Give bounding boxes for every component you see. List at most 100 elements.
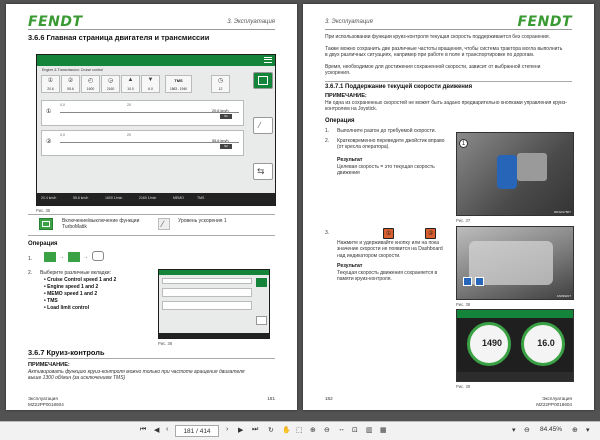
page-number-input[interactable]: 181 / 414 (175, 425, 219, 437)
next-arrow-icon[interactable]: ▶ (238, 426, 243, 434)
speed-2-button-icon: ② (425, 228, 436, 239)
bullet-item: • MEMO speed 1 and 2 (44, 291, 98, 297)
note-body: Активировать функцию круиз-контроля можн… (28, 369, 245, 381)
ground-speed-readout: 16.0 (537, 338, 555, 348)
grid-step-icon (68, 252, 80, 262)
figure-caption: Рис. 36 (158, 341, 173, 346)
bullet-item: • Cruise Control speed 1 and 2 (44, 277, 117, 283)
figure-caption: Рис. 35 (36, 208, 51, 213)
fendt-logo: FENDT (28, 14, 83, 30)
cruise-speed-1-icon: ① 20.6 (41, 75, 60, 93)
zoom-level[interactable]: 84.45% (540, 426, 562, 433)
step-2-number: 2. (28, 270, 33, 276)
paragraph: Время, необходимое для достижения сохран… (325, 64, 541, 77)
menu-icon (264, 57, 272, 63)
section-label: 3. Эксплуатация (325, 19, 373, 25)
paragraph: Также можно сохранить две различные част… (325, 46, 563, 59)
step-2-text: Выберите различные вкладки: (40, 270, 111, 276)
tms-icon: TMS 1563 - 1940 (165, 75, 192, 93)
viewer-toolbar: ⏮ ◀ ‹ 181 / 414 › ▶ ⏭ ↻ ✋ ⬚ ⊕ ⊖ ↔ ⊡ ▥ ▦ … (0, 421, 600, 440)
left-page: FENDT 3. Эксплуатация 3.6.6 Главная стра… (6, 4, 297, 410)
cruise-speed-2-icon: ② 55.6 (61, 75, 80, 93)
turbomatik-icon (39, 218, 53, 230)
page-number: 181 (267, 396, 275, 401)
grid-view-icon[interactable]: ▦ (380, 426, 387, 434)
zoom-out-icon[interactable]: ⊖ (324, 426, 330, 434)
paragraph: При использовании функции круиз-контроля… (325, 34, 550, 40)
result-heading: Результат (337, 263, 363, 269)
armrest-photo: FAR99207 (456, 226, 574, 300)
two-page-icon[interactable]: ▥ (366, 426, 373, 434)
result-text: Целевая скорость = это текущая скорость … (337, 164, 435, 177)
bullet-item: • Load limit control (44, 305, 90, 311)
figure-caption: Рис. 37 (456, 218, 471, 223)
step-1-text: Выполните разгон до требуемой скорости. (337, 128, 436, 134)
legend-turbomatik: Включение/выключение функции TurboMatik (62, 218, 140, 231)
zoom-in-small-icon[interactable]: ⊕ (572, 426, 578, 434)
fendt-logo: FENDT (517, 14, 572, 30)
next-page-button[interactable]: › (226, 426, 228, 433)
acceleration-icon: ⁄ (158, 218, 170, 230)
header-rule (325, 29, 572, 30)
more-icon[interactable]: ▾ (586, 426, 590, 434)
page-number: 182 (325, 396, 333, 401)
first-page-button[interactable]: ⏮ (140, 426, 146, 434)
zoom-dropdown-icon[interactable]: ▾ (512, 426, 516, 434)
pan-icon[interactable]: ✋ (282, 426, 291, 434)
speed-1-button-icon: ① (383, 228, 394, 239)
engine-speed-1-icon: ◴ 1600 (81, 75, 100, 93)
arrow-icon: → (59, 254, 64, 260)
terminal-status-bar: 20.4 km/h 55.6 km/h 1600 1/min 2160 1/mi… (37, 193, 275, 205)
select-icon[interactable]: ⬚ (296, 426, 303, 434)
mini-terminal-screenshot (158, 269, 270, 339)
figure-caption: Рис. 39 (456, 384, 471, 389)
step-number: 2. (325, 138, 330, 144)
zoom-out-small-icon[interactable]: ⊖ (524, 426, 530, 434)
joystick-photo: 1 RDAR1780T (456, 132, 574, 216)
step-number: 1. (325, 128, 330, 134)
footer-left: Эксплуатация MZ22PP0018604 (28, 396, 64, 407)
slider-speed-1: ① 0,0 20 S1 20,6 km/h (41, 100, 244, 126)
load-limit-icon: ◷ 12 (211, 75, 230, 93)
previous-page-button[interactable]: ◀ (154, 426, 159, 434)
engine-speed-2-icon: ◶ 2160 (101, 75, 120, 93)
menu-step-icon (44, 252, 56, 262)
dashboard-photo: 1490 16.0 (456, 309, 574, 382)
legend-rule (28, 214, 275, 215)
step-2-text: Кратковременно переведите джойстик вправ… (337, 138, 445, 151)
note-heading: ПРИМЕЧАНИЕ: (325, 93, 367, 99)
prev-arrow-icon[interactable]: ‹ (166, 426, 168, 433)
last-page-button[interactable]: ⏭ (252, 426, 258, 434)
memo-up-icon: ▲ 10.0 (121, 75, 140, 93)
engine-step-icon (92, 251, 104, 261)
zoom-in-icon[interactable]: ⊕ (310, 426, 316, 434)
note-body: Ни одна из сохраненных скоростей не може… (325, 100, 567, 112)
side-button-return: ⇆ (253, 163, 273, 180)
section-rule (28, 358, 275, 359)
bullet-item: • Engine speed 1 and 2 (44, 284, 99, 290)
slider-speed-2: ② 0,0 20 S2 55,6 km/h (41, 130, 244, 156)
footer-right: Эксплуатация MZ22PP0018604 (536, 396, 572, 407)
result-heading: Результат (337, 157, 363, 163)
fit-page-icon[interactable]: ⊡ (352, 426, 358, 434)
right-page: 3. Эксплуатация FENDT При использовании … (303, 4, 594, 410)
section-heading-2: 3.6.7 Круиз-контроль (28, 348, 105, 357)
section-heading: 3.6.6 Главная страница двигателя и транс… (28, 33, 210, 42)
section-label: 3. Эксплуатация (227, 19, 275, 25)
figure-caption: Рис. 38 (456, 302, 471, 307)
subsection-heading: 3.6.7.1 Поддержание текущей скорости дви… (325, 84, 473, 90)
step-1-number: 1. (28, 256, 33, 262)
terminal-top-bar (37, 55, 275, 66)
engine-speed-readout: 1490 (481, 338, 503, 348)
step-number: 3. (325, 230, 330, 236)
terminal-screenshot: Engine & Transmission: Cruise control ①2… (36, 54, 276, 206)
legend-rule-bottom (28, 235, 275, 236)
legend-acceleration: Уровень ускорения 1 (178, 218, 227, 224)
note-heading: ПРИМЕЧАНИЕ: (28, 362, 70, 368)
step-3-text: Нажмите и удерживайте кнопку или на пока… (337, 240, 443, 259)
bullet-item: • TMS (44, 298, 58, 304)
rotate-icon[interactable]: ↻ (268, 426, 274, 434)
operation-heading: Операция (28, 241, 58, 247)
fit-width-icon[interactable]: ↔ (338, 426, 345, 433)
section-rule (325, 81, 572, 82)
